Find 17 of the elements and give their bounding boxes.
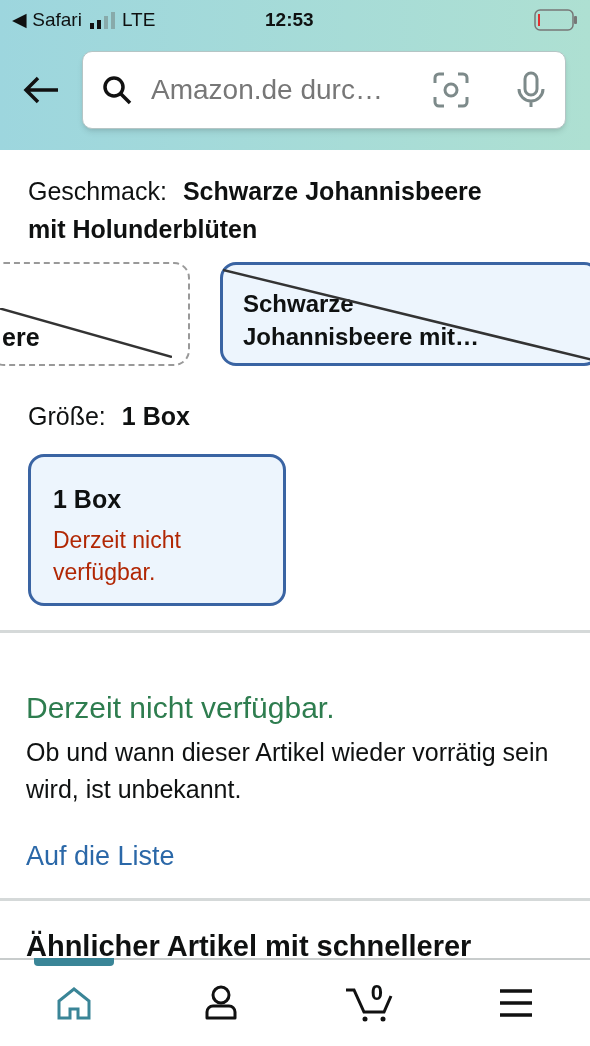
flavor-selection-text: Geschmack: Schwarze Johannisbeere mit Holunderblüten <box>27 176 483 245</box>
size-value: 1 Box <box>121 401 190 432</box>
flavor-option[interactable]: ere <box>0 262 190 366</box>
size-label: Größe: <box>28 401 106 432</box>
size-option[interactable]: 1 Box Derzeit nicht verfügbar. <box>28 453 286 606</box>
cart-tab[interactable]: 0 <box>328 960 409 1046</box>
cart-count: 0 <box>370 979 383 1007</box>
availability-status: Derzeit nicht verfügbar. <box>25 689 336 726</box>
search-placeholder: Amazon.de durc… <box>151 73 384 107</box>
carrier-label: LTE <box>121 7 156 32</box>
add-to-list-link[interactable]: Auf die Liste <box>0 835 201 876</box>
clock-time: 12:53 <box>265 7 314 32</box>
availability-message: Ob und wann dieser Artikel wieder vorrätig sein wird, ist unbekannt. <box>25 736 550 805</box>
search-field[interactable]: Amazon.de durc… <box>82 51 566 129</box>
flavor-option[interactable]: Schwarze Johannisbeere mit… <box>220 262 590 366</box>
section-heading: Ähnlicher Artikel mit schnellerer <box>25 929 473 958</box>
back-to-app-label[interactable]: ◀ Safari <box>12 5 82 35</box>
